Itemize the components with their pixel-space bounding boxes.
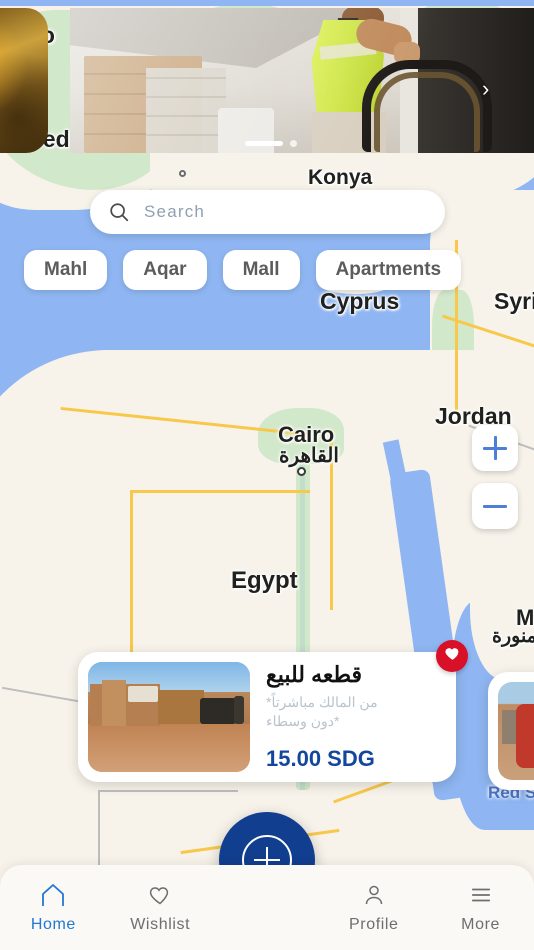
nav-label-profile: Profile [349,915,399,933]
carousel-dot-active[interactable] [245,141,283,146]
listing-image-wall-right [158,690,204,724]
listing-card-body: قطعه للبيع من المالك مباشرتاً* *دون وسطاء… [250,662,446,773]
listing-subtitle: من المالك مباشرتاً* *دون وسطاء [266,693,378,729]
listing-image-cloth [128,686,158,702]
carousel-dot[interactable] [290,140,297,147]
map-label: Syria [494,288,534,314]
category-chip-apartments[interactable]: Apartments [315,250,462,290]
listing-image-ground [88,724,250,772]
category-chip-mall[interactable]: Mall [222,250,300,290]
map-road-5 [130,490,310,493]
person-icon [360,882,388,908]
nav-label-wishlist: Wishlist [130,915,191,933]
listing-image-wall-pillar [102,680,126,726]
promo-image-light-haze [70,8,534,153]
listing-image-person [234,696,244,724]
map-label: Egypt [231,567,298,594]
listing-image-vehicle [200,698,236,724]
nav-label-home: Home [30,915,76,933]
listing-title: قطعه للبيع [266,661,363,687]
map-city-marker-cairo [297,467,306,476]
heart-icon [146,882,174,908]
promo-carousel[interactable]: › [0,0,534,160]
heart-icon [444,645,461,667]
promo-slide-active[interactable] [70,8,534,153]
search-input[interactable] [144,202,427,222]
nav-item-wishlist[interactable]: Wishlist [107,882,214,934]
map-zoom-in-button[interactable] [472,425,518,471]
listing-favorite-button[interactable] [436,640,468,672]
map-label: Cyprus [320,288,400,314]
map-label: منورة [492,626,534,647]
search-icon [108,201,130,223]
map-city-marker-konya [179,170,186,177]
map-zoom-out-button[interactable] [472,483,518,529]
minus-icon [483,494,507,518]
nav-item-profile[interactable]: Profile [320,882,427,934]
map-label: Konya [308,166,373,189]
listing-card-next[interactable] [488,672,534,790]
listing-card-image [88,662,250,772]
category-chip-list: Mahl Aqar Mall Apartments [24,250,462,290]
category-chip-aqar[interactable]: Aqar [123,250,207,290]
chevron-right-icon[interactable]: › [482,78,500,100]
listing-card[interactable]: قطعه للبيع من المالك مباشرتاً* *دون وسطاء… [78,640,468,782]
nav-item-home[interactable]: Home [0,882,107,934]
app-root: ovoeedKonyaCyprusSyriaJordanCairoالقاهرة… [0,0,534,950]
nav-label-more: More [461,915,501,933]
hamburger-icon [467,882,495,908]
listing-card-next-image [498,682,534,780]
category-chip-mahl[interactable]: Mahl [24,250,108,290]
nav-item-more[interactable]: More [427,882,534,934]
map-border-3 [98,790,238,792]
plus-icon [483,436,507,460]
map-label: القاهرة [279,445,339,467]
search-bar[interactable] [90,190,445,234]
listing-next-red-object [516,704,534,768]
home-icon [39,882,67,908]
carousel-page-indicator [245,140,297,147]
promo-slide-previous[interactable] [0,8,48,153]
listing-price: 15.00 SDG [266,746,375,772]
bottom-navigation-bar: Home Wishlist Profile More [0,865,534,950]
